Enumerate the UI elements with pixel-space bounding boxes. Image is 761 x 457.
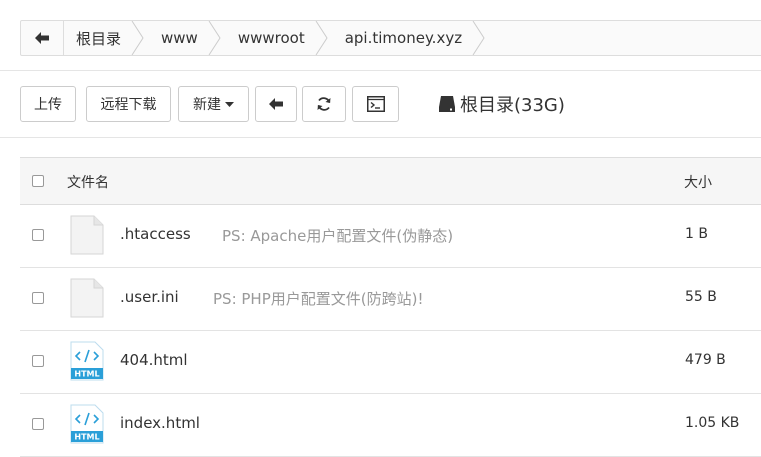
disk-label: 根目录(33G)	[460, 95, 565, 116]
select-all-checkbox[interactable]	[32, 175, 44, 187]
file-size: 55 B	[685, 289, 717, 305]
file-name[interactable]: 404.html	[120, 351, 188, 369]
remote-download-label: 远程下载	[100, 97, 157, 113]
chevron-separator-icon	[208, 21, 221, 55]
divider	[0, 70, 761, 71]
divider	[0, 137, 761, 138]
terminal-icon	[366, 96, 385, 112]
file-size: 1.05 KB	[685, 415, 740, 431]
row-checkbox[interactable]	[32, 418, 44, 430]
upload-label: 上传	[34, 97, 62, 113]
file-note: PS: Apache用户配置文件(伪静态)	[222, 227, 454, 245]
refresh-icon	[317, 97, 331, 111]
column-header-size[interactable]: 大小	[684, 172, 712, 192]
back-button[interactable]	[21, 21, 64, 55]
chevron-separator-icon	[472, 21, 485, 55]
breadcrumb-label: api.timoney.xyz	[344, 29, 463, 47]
chevron-separator-icon	[315, 21, 328, 55]
svg-text:HTML: HTML	[74, 433, 99, 442]
table-row[interactable]: HTML 404.html 479 B	[20, 331, 761, 394]
file-icon	[70, 278, 104, 318]
breadcrumb-label: wwwroot	[237, 29, 305, 47]
row-checkbox[interactable]	[32, 292, 44, 304]
remote-download-button[interactable]: 远程下载	[86, 86, 171, 122]
file-note: PS: PHP用户配置文件(防跨站)!	[213, 290, 424, 308]
refresh-button[interactable]	[302, 86, 346, 122]
arrow-left-icon	[269, 98, 283, 110]
breadcrumb-label: www	[161, 29, 198, 47]
row-checkbox[interactable]	[32, 229, 44, 241]
disk-info: 根目录(33G)	[438, 92, 565, 116]
hard-drive-icon	[439, 96, 455, 112]
file-size: 1 B	[685, 226, 708, 242]
upload-button[interactable]: 上传	[20, 86, 76, 122]
table-row[interactable]: .user.ini PS: PHP用户配置文件(防跨站)! 55 B	[20, 268, 761, 331]
new-label: 新建	[193, 97, 221, 113]
new-dropdown-button[interactable]: 新建	[178, 86, 249, 122]
back-button[interactable]	[255, 86, 297, 122]
breadcrumb-item-www[interactable]: www	[149, 21, 226, 55]
row-checkbox[interactable]	[32, 355, 44, 367]
html-file-icon: HTML	[70, 404, 104, 444]
svg-text:HTML: HTML	[74, 370, 99, 379]
table-row[interactable]: HTML index.html 1.05 KB	[20, 394, 761, 457]
breadcrumb: 根目录 www wwwroot api.timoney.xyz	[20, 20, 761, 56]
column-header-name[interactable]: 文件名	[67, 172, 109, 192]
breadcrumb-item-root[interactable]: 根目录	[64, 21, 149, 55]
file-icon	[70, 215, 104, 255]
html-file-icon: HTML	[70, 341, 104, 381]
file-name[interactable]: .user.ini	[120, 288, 179, 306]
file-name[interactable]: index.html	[120, 414, 200, 432]
breadcrumb-item-site[interactable]: api.timoney.xyz	[333, 21, 490, 55]
arrow-left-icon	[35, 32, 49, 44]
file-table: 文件名 大小 .htaccess PS: Apache用户配置文件(伪静态) 1…	[20, 157, 761, 457]
file-name[interactable]: .htaccess	[120, 225, 191, 243]
breadcrumb-label: 根目录	[76, 29, 122, 48]
terminal-button[interactable]	[352, 86, 399, 122]
chevron-separator-icon	[131, 21, 144, 55]
file-size: 479 B	[685, 352, 726, 368]
table-row[interactable]: .htaccess PS: Apache用户配置文件(伪静态) 1 B	[20, 205, 761, 268]
breadcrumb-item-wwwroot[interactable]: wwwroot	[226, 21, 333, 55]
table-header: 文件名 大小	[20, 158, 761, 205]
caret-down-icon	[225, 101, 234, 107]
